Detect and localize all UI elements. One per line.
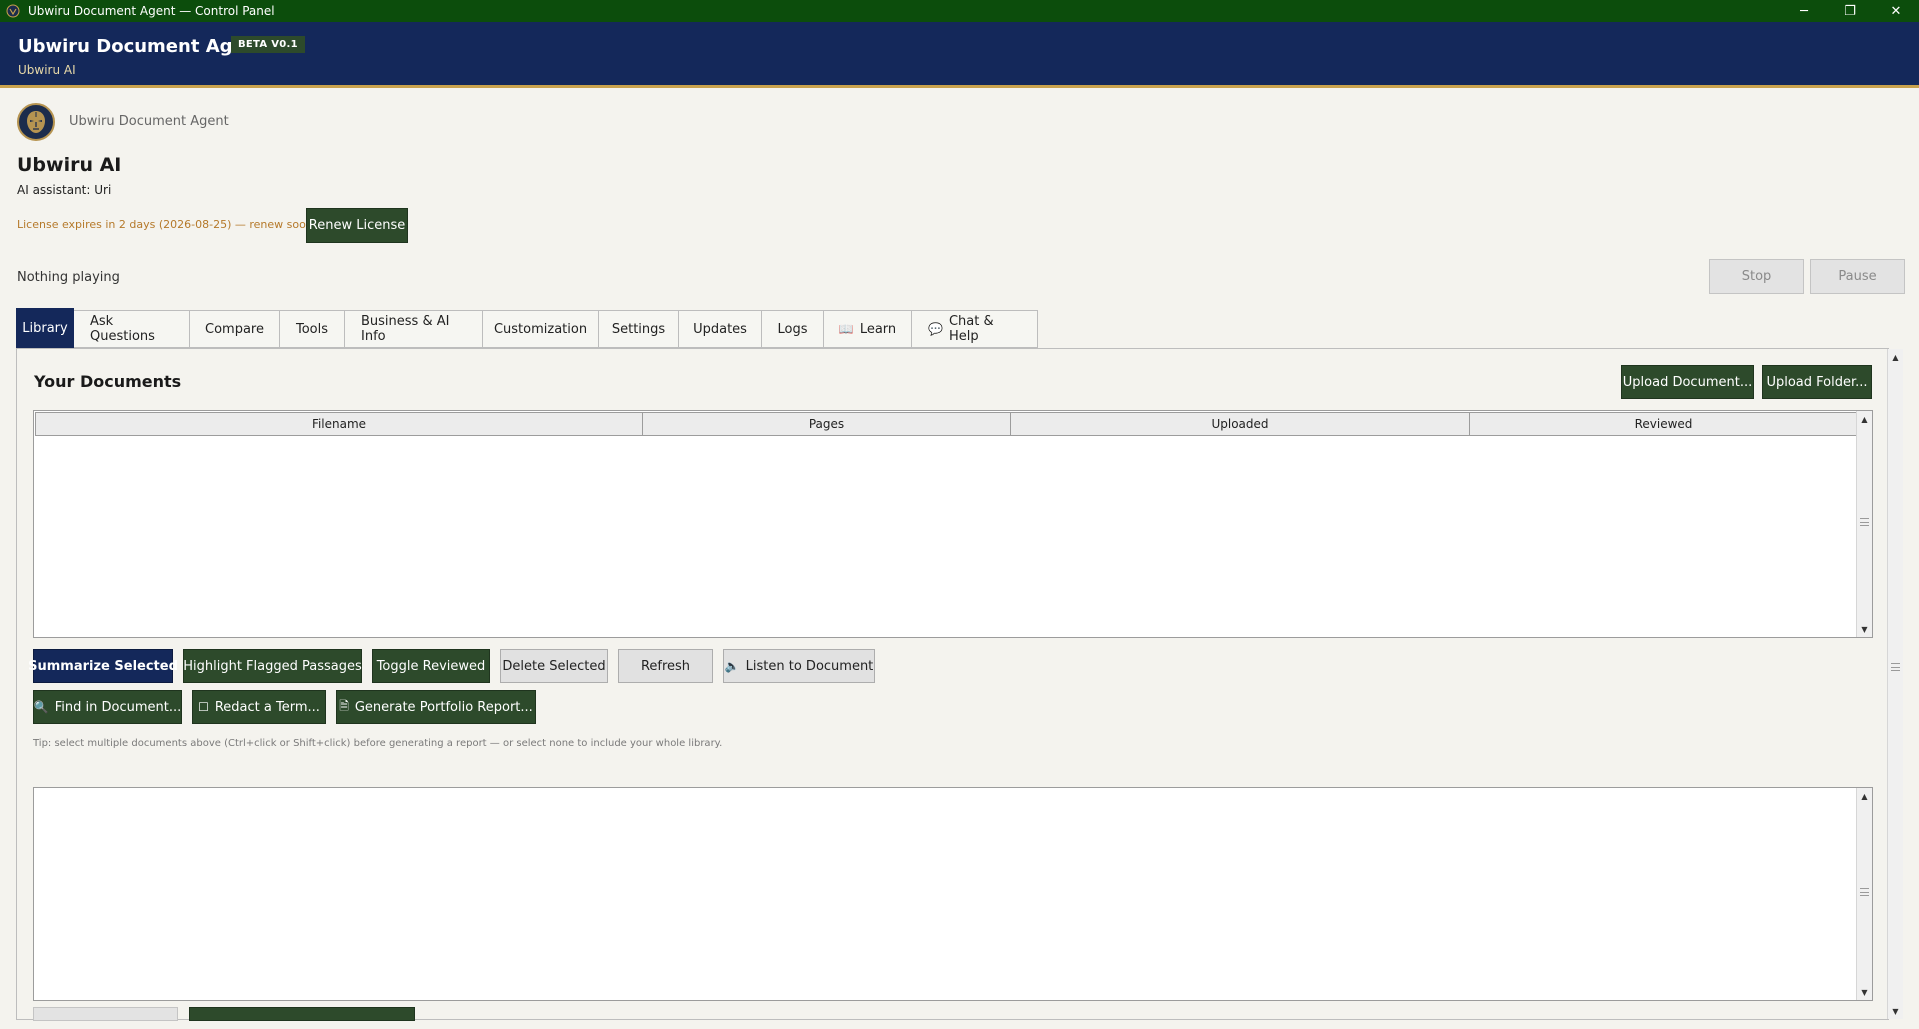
documents-table[interactable]: Filename Pages Uploaded Reviewed ▲ ▼ [33, 410, 1873, 638]
scroll-up-arrow-icon[interactable]: ▲ [1888, 349, 1903, 365]
tab-tools[interactable]: Tools [280, 310, 345, 348]
find-in-document-button[interactable]: 🔍 Find in Document... [33, 690, 182, 724]
generate-report-button[interactable]: 🗎 Generate Portfolio Report... [336, 690, 536, 724]
tab-chat-help[interactable]: 💬 Chat & Help [912, 310, 1038, 348]
app-subtitle: Ubwiru AI [18, 63, 76, 77]
search-icon: 🔍 [33, 700, 49, 714]
table-scrollbar[interactable]: ▲ ▼ [1856, 411, 1872, 637]
column-filename[interactable]: Filename [35, 412, 643, 436]
speaker-icon: 🔈 [724, 659, 740, 673]
beta-badge: BETA V0.1 [231, 36, 305, 53]
window-titlebar: Ubwiru Document Agent — Control Panel ─ … [0, 0, 1919, 22]
cut-off-button[interactable] [189, 1007, 415, 1021]
scroll-down-arrow-icon[interactable]: ▼ [1888, 1003, 1903, 1019]
table-header: Filename Pages Uploaded Reviewed [35, 412, 1858, 436]
chat-bubble-icon: 💬 [928, 322, 943, 336]
upload-folder-button[interactable]: Upload Folder... [1762, 365, 1872, 399]
scroll-up-arrow-icon[interactable]: ▲ [1857, 788, 1872, 804]
scroll-down-arrow-icon[interactable]: ▼ [1857, 984, 1872, 1000]
cut-off-button[interactable] [33, 1007, 178, 1021]
tip-text: Tip: select multiple documents above (Ct… [33, 738, 723, 749]
tab-customization[interactable]: Customization [483, 310, 599, 348]
pause-button[interactable]: Pause [1810, 259, 1905, 294]
stop-button[interactable]: Stop [1709, 259, 1804, 294]
summarize-selected-button[interactable]: Summarize Selected [28, 649, 178, 683]
listen-to-document-button[interactable]: 🔈 Listen to Document [723, 649, 875, 683]
column-pages[interactable]: Pages [643, 412, 1011, 436]
checkbox-icon: ☐ [198, 700, 209, 714]
tab-library[interactable]: Library [16, 308, 74, 348]
maximize-button[interactable]: ❐ [1827, 0, 1873, 22]
highlight-flagged-button[interactable]: Highlight Flagged Passages [183, 649, 362, 683]
tab-settings[interactable]: Settings [599, 310, 679, 348]
output-scrollbar[interactable]: ▲ ▼ [1856, 788, 1872, 1000]
close-button[interactable]: ✕ [1873, 0, 1919, 22]
section-title: Your Documents [34, 372, 182, 391]
scroll-grip-icon [1860, 518, 1869, 526]
now-playing-status: Nothing playing [17, 270, 120, 285]
tab-business-ai-info[interactable]: Business & AI Info [345, 310, 483, 348]
tab-logs[interactable]: Logs [762, 310, 824, 348]
renew-license-button[interactable]: Renew License [306, 208, 408, 243]
toggle-reviewed-button[interactable]: Toggle Reviewed [372, 649, 490, 683]
app-icon [6, 4, 20, 18]
column-reviewed[interactable]: Reviewed [1470, 412, 1858, 436]
mask-icon [27, 111, 45, 133]
tab-ask-questions[interactable]: Ask Questions [74, 310, 190, 348]
app-header: Ubwiru Document Agent BETA V0.1 Ubwiru A… [0, 22, 1919, 88]
column-uploaded[interactable]: Uploaded [1011, 412, 1470, 436]
scroll-grip-icon [1860, 888, 1869, 896]
logo [17, 103, 55, 141]
document-icon: 🗎 [339, 698, 349, 713]
refresh-button[interactable]: Refresh [618, 649, 713, 683]
delete-selected-button[interactable]: Delete Selected [500, 649, 608, 683]
tab-bar: Library Ask Questions Compare Tools Busi… [16, 308, 1038, 348]
org-name: Ubwiru AI [17, 154, 122, 176]
tab-updates[interactable]: Updates [679, 310, 762, 348]
panel-scrollbar[interactable]: ▲ ▼ [1887, 349, 1903, 1019]
assistant-name: AI assistant: Uri [17, 183, 112, 197]
book-icon: 📖 [838, 322, 854, 336]
minimize-button[interactable]: ─ [1781, 0, 1827, 22]
redact-term-button[interactable]: ☐ Redact a Term... [192, 690, 326, 724]
tab-learn[interactable]: 📖 Learn [824, 310, 912, 348]
window-title: Ubwiru Document Agent — Control Panel [28, 4, 275, 18]
scroll-up-arrow-icon[interactable]: ▲ [1857, 411, 1872, 427]
tab-compare[interactable]: Compare [190, 310, 280, 348]
scroll-grip-icon [1891, 663, 1900, 671]
brand-caption: Ubwiru Document Agent [69, 114, 229, 129]
scroll-down-arrow-icon[interactable]: ▼ [1857, 621, 1872, 637]
license-notice: License expires in 2 days (2026-08-25) —… [17, 218, 313, 231]
app-name: Ubwiru Document Agent [18, 36, 267, 57]
output-textarea[interactable]: ▲ ▼ [33, 787, 1873, 1001]
upload-document-button[interactable]: Upload Document... [1621, 365, 1754, 399]
